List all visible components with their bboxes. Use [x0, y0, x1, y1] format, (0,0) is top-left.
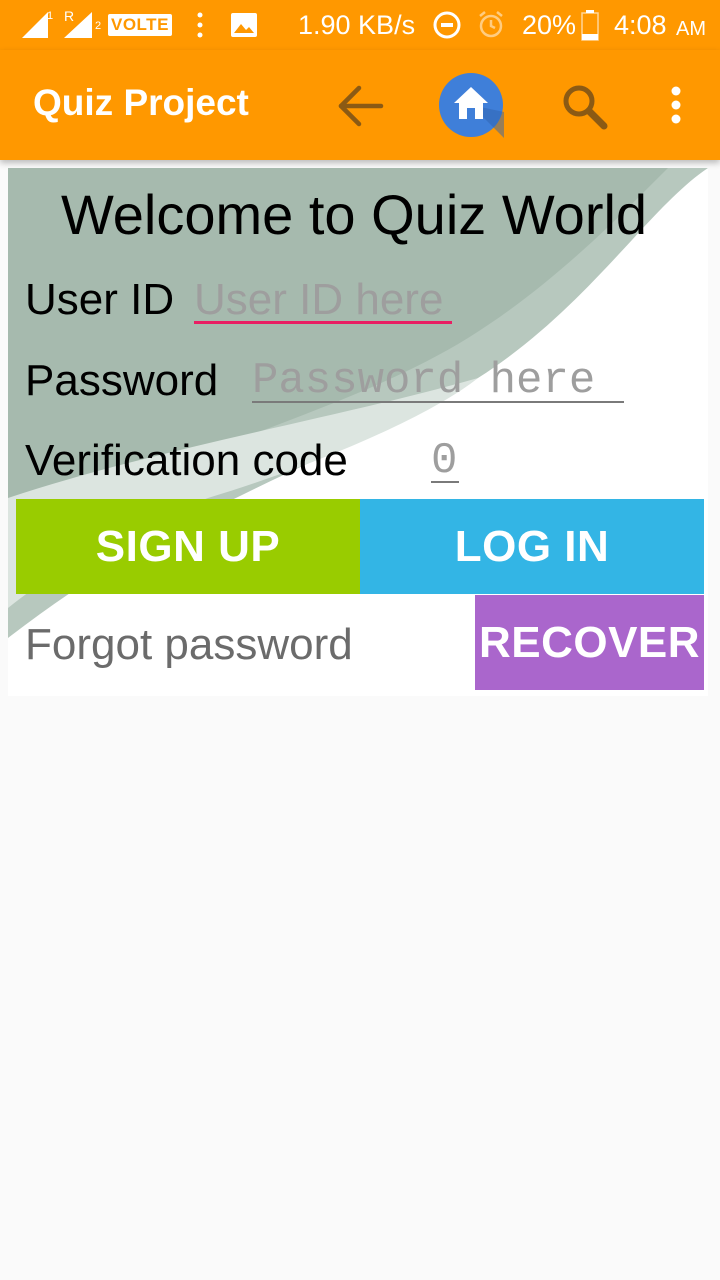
do-not-disturb-icon [432, 0, 462, 50]
clock-ampm: AM [676, 17, 706, 40]
user-id-underline [194, 321, 452, 324]
image-icon [230, 0, 258, 50]
search-icon[interactable] [556, 78, 612, 134]
log-in-button[interactable]: LOG IN [360, 499, 704, 594]
password-input[interactable]: Password here [252, 356, 595, 406]
verification-underline [431, 481, 459, 483]
back-arrow-icon[interactable] [330, 78, 390, 134]
network-speed: 1.90 KB/s [298, 9, 416, 40]
sign-up-button[interactable]: SIGN UP [16, 499, 360, 594]
verification-input[interactable]: 0 [431, 436, 457, 486]
password-label: Password [25, 356, 219, 405]
forgot-password-label: Forgot password [25, 620, 353, 669]
roaming-label: R [64, 8, 75, 24]
welcome-title: Welcome to Quiz World [60, 183, 648, 246]
user-id-input[interactable]: User ID here [194, 275, 443, 325]
signal-icon [20, 0, 54, 50]
password-underline [252, 401, 624, 403]
recover-button[interactable]: RECOVER [475, 595, 704, 690]
battery-icon [580, 0, 600, 50]
login-card: Welcome to Quiz World User ID User ID he… [8, 168, 708, 696]
status-bar: 1 R 2 VOLTE 1.90 KB/s 20% 4:08 AM [0, 0, 720, 50]
volte-badge: VOLTE [108, 14, 172, 36]
app-title: Quiz Project [33, 82, 249, 123]
clock: 4:08 [614, 9, 667, 40]
alarm-icon [476, 0, 506, 50]
home-icon[interactable] [438, 72, 504, 138]
battery-percent: 20% [522, 9, 577, 40]
user-id-label: User ID [25, 275, 175, 324]
overflow-menu-icon[interactable] [660, 80, 692, 130]
app-bar: Quiz Project [0, 50, 720, 160]
verification-label: Verification code [25, 436, 348, 485]
notification-dots-icon [196, 0, 204, 50]
